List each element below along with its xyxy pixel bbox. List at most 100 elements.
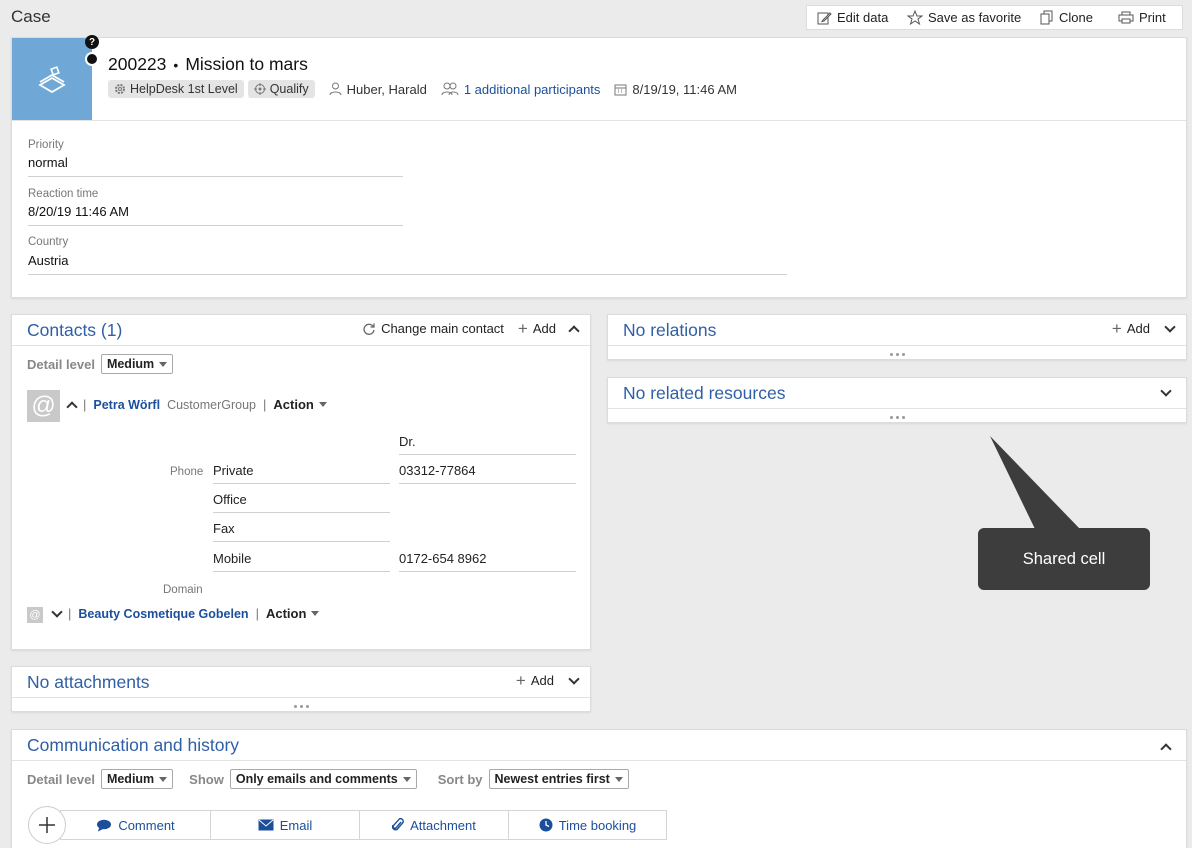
attachments-add-button[interactable]: + Add [516,672,554,689]
resources-title[interactable]: No related resources [623,383,785,404]
collapse-contact-icon[interactable] [66,401,78,413]
relations-title[interactable]: No relations [623,320,716,341]
field-priority: Priority normal [28,139,403,177]
comment-label: Comment [118,817,175,833]
print-button[interactable]: Print [1113,10,1166,25]
team-label: HelpDesk 1st Level [130,82,238,96]
pipe: | [68,606,72,621]
attachment-button[interactable]: Attachment [360,811,509,839]
case-date-value: 8/19/19, 11:46 AM [632,81,737,97]
contact-group: CustomerGroup [167,397,257,412]
more-dots-icon[interactable] [12,702,590,710]
expand-company-icon[interactable] [51,605,63,618]
detail-level-select[interactable]: Medium [100,769,174,789]
detail-level-select[interactable]: Medium [100,354,174,374]
show-select[interactable]: Only emails and comments [229,769,417,789]
caret-down-icon [159,361,168,367]
detail-level-value: Medium [106,772,155,786]
phone-label: Phone [170,466,204,478]
email-label: Email [279,817,313,833]
clone-button[interactable]: Clone [1038,10,1113,25]
sort-select[interactable]: Newest entries first [488,769,629,789]
owner[interactable]: Huber, Harald [329,82,427,97]
participants-label: 1 additional participants [463,81,601,97]
time-booking-button[interactable]: Time booking [509,811,666,839]
add-label: Add [530,673,554,688]
field-label: Reaction time [28,188,99,200]
contacts-add-button[interactable]: + Add [518,320,556,337]
add-label: Add [532,321,556,336]
field-reaction-time: Reaction time 8/20/19 11:46 AM [28,188,403,226]
phone-number[interactable]: 03312-77864 [399,463,576,484]
status-badge[interactable]: Qualify [247,80,315,98]
attachments-actions: + Add [516,672,580,689]
phone-type: Private [213,463,390,484]
history-section: Communication and history Detail level M… [11,729,1187,848]
participants-icon [441,82,459,96]
field-label: Country [28,236,69,248]
status-label: Qualify [269,82,309,96]
country-value[interactable]: Austria [28,248,787,275]
action-label: Action [265,606,307,621]
collapse-chevron-icon[interactable] [1160,743,1172,755]
email-avatar: @ [27,390,60,422]
priority-value[interactable]: normal [28,151,403,177]
clone-icon [1040,10,1053,25]
gear-icon [115,84,125,94]
collapse-chevron-icon[interactable] [568,325,580,337]
relations-add-button[interactable]: + Add [1111,319,1150,338]
contact-name-link[interactable]: Petra Wörfl [93,398,160,412]
tooltip-pointer [990,436,1080,529]
caret-down-icon [402,776,411,782]
add-label: Add [1126,321,1150,336]
salutation-value[interactable]: Dr. [399,434,576,455]
action-label: Action [273,397,314,412]
plus-icon: + [1111,319,1122,338]
printer-icon [1118,11,1134,24]
participants-link[interactable]: 1 additional participants [441,81,601,97]
clock-icon [539,818,553,832]
detail-level-label: Detail level [27,771,95,787]
case-number: 200223 [108,54,167,74]
target-icon [253,83,266,95]
caret-down-icon [311,611,320,616]
change-main-contact-button[interactable]: Change main contact [362,321,504,336]
company-action-menu[interactable]: Action [265,606,320,621]
attachments-title[interactable]: No attachments [27,672,150,693]
contact-action-menu[interactable]: Action [273,397,327,412]
team-badge[interactable]: HelpDesk 1st Level [108,80,244,98]
expand-chevron-icon[interactable] [1160,385,1172,397]
attachments-section: No attachments + Add [11,666,591,712]
more-dots-icon[interactable] [608,350,1186,358]
email-button[interactable]: Email [211,811,360,839]
pipe: | [83,397,87,412]
person-icon [329,82,342,96]
help-icon[interactable]: ? [85,35,99,49]
add-entry-button[interactable] [28,806,66,844]
sort-value: Newest entries first [494,772,610,786]
contacts-title[interactable]: Contacts (1) [27,320,122,341]
edit-data-button[interactable]: Edit data [807,10,905,25]
paperclip-icon [392,817,404,831]
history-filters: Detail level Medium Show Only emails and… [27,769,629,789]
show-value: Only emails and comments [235,772,398,786]
resources-section: No related resources [607,377,1187,423]
phone-number[interactable]: 0172-654 8962 [399,551,576,572]
expand-chevron-icon[interactable] [1164,320,1176,333]
time-booking-label: Time booking [558,817,637,833]
contacts-section: Contacts (1) Change main contact + Add D… [11,314,591,650]
history-title[interactable]: Communication and history [27,735,239,756]
comment-button[interactable]: Comment [61,811,211,839]
case-type-tile [12,38,92,120]
more-dots-icon[interactable] [608,413,1186,421]
status-dot-icon [85,52,99,66]
phone-type: Fax [213,521,390,542]
field-label: Priority [28,139,64,151]
company-name-link[interactable]: Beauty Cosmetique Gobelen [78,607,248,621]
save-favorite-button[interactable]: Save as favorite [905,10,1038,25]
separator: • [173,57,179,73]
expand-chevron-icon[interactable] [568,672,580,685]
reaction-time-value[interactable]: 8/20/19 11:46 AM [28,200,403,226]
shared-cell-tooltip: Shared cell [978,528,1150,590]
company-row: | Beauty Cosmetique Gobelen | Action [51,605,320,621]
